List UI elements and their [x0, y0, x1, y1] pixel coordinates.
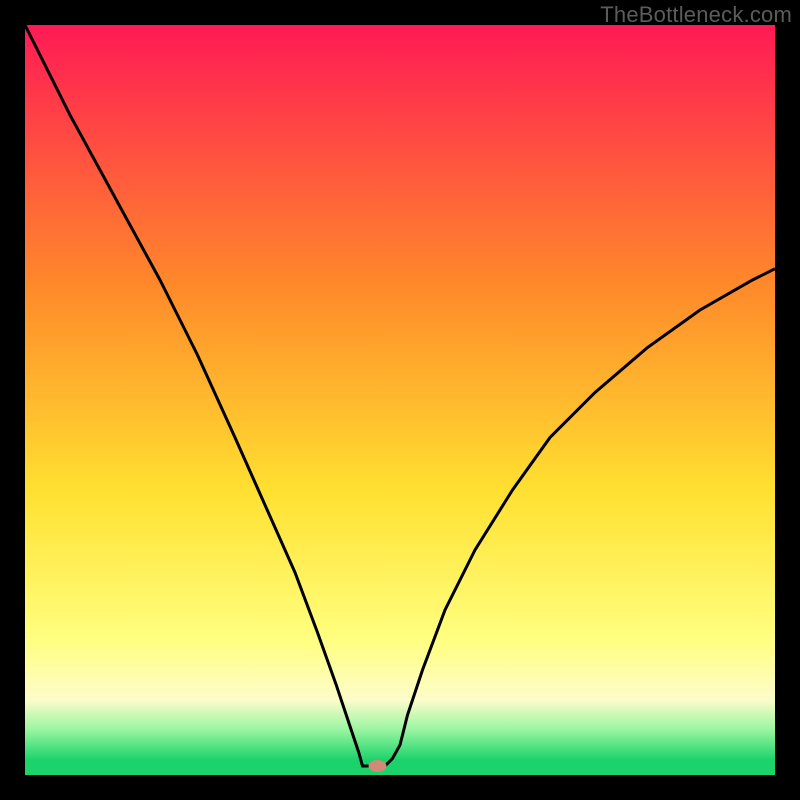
bottleneck-chart: [25, 25, 775, 775]
chart-frame: TheBottleneck.com: [0, 0, 800, 800]
plot-area: [25, 25, 775, 775]
watermark-text: TheBottleneck.com: [600, 2, 792, 28]
gradient-background: [25, 25, 775, 775]
optimum-marker: [369, 760, 387, 772]
